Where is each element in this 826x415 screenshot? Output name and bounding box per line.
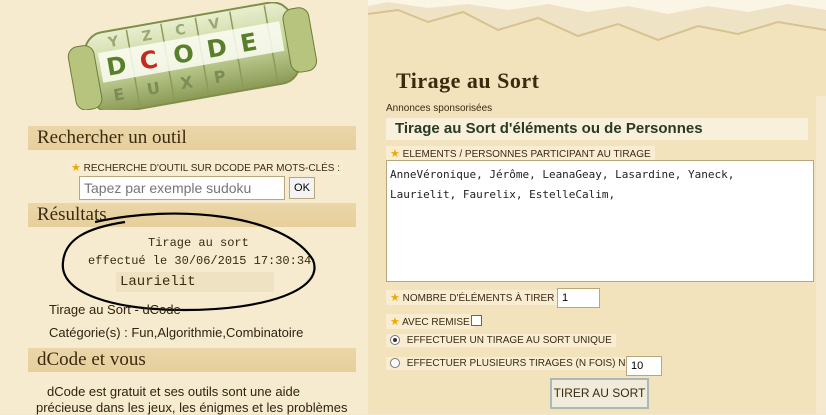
about-section-title: dCode et vous [28,348,356,372]
radio-multi-label: EFFECTUER PLUSIEURS TIRAGES (N FOIS) N= [406,358,632,369]
torn-paper-edge [368,0,826,70]
star-icon: ★ [71,162,81,174]
remise-label-text: AVEC REMISE [402,317,470,328]
star-icon: ★ [390,148,400,160]
tool-panel: Tirage au Sort Annonces sponsorisées Tir… [368,0,826,414]
sponsored-label: Annonces sponsorisées [386,103,493,114]
about-text-line1: dCode est gratuit et ses outils sont une… [47,384,300,399]
count-label: ★ NOMBRE D'ÉLÉMENTS À TIRER [386,290,559,305]
draw-button[interactable]: TIRER AU SORT [550,378,649,409]
radio-single-button[interactable] [390,335,400,346]
search-input[interactable] [79,176,285,200]
search-ok-button[interactable]: OK [289,177,315,199]
remise-checkbox[interactable] [471,315,482,326]
names-label-text: ELEMENTS / PERSONNES PARTICIPANT AU TIRA… [402,149,651,160]
remise-label: ★ AVEC REMISE [386,314,474,329]
count-input[interactable] [557,288,600,308]
scrollbar[interactable] [816,96,826,414]
radio-single-label: EFFECTUER UN TIRAGE AU SORT UNIQUE [406,335,612,346]
search-label: ★ RECHERCHE D'OUTIL SUR DCODE PAR MOTS-C… [68,160,344,175]
page-title: Tirage au Sort [396,68,540,93]
radio-multi-option[interactable]: EFFECTUER PLUSIEURS TIRAGES (N FOIS) N= [386,357,636,370]
result-tool-name[interactable]: Tirage au Sort - dCode [49,302,181,317]
names-label: ★ ELEMENTS / PERSONNES PARTICIPANT AU TI… [386,146,655,161]
runs-input[interactable] [626,356,662,376]
names-textarea[interactable] [386,160,814,282]
hand-drawn-circle [61,212,316,312]
star-icon: ★ [390,316,400,328]
radio-single-option[interactable]: EFFECTUER UN TIRAGE AU SORT UNIQUE [386,334,616,347]
ad-link[interactable]: Tirage au Sort d'éléments ou de Personne… [386,118,808,140]
search-section-title: Rechercher un outil [28,126,356,150]
search-label-text: RECHERCHE D'OUTIL SUR DCODE PAR MOTS-CLÉ… [83,163,341,174]
radio-multi-button[interactable] [390,358,400,369]
left-sidebar: D C O D E E U X P Y Z C V Rechercher un … [0,0,368,415]
count-label-text: NOMBRE D'ÉLÉMENTS À TIRER [402,293,555,304]
star-icon: ★ [390,292,400,304]
about-text-line2: précieuse dans les jeux, les énigmes et … [36,400,348,415]
result-category: Catégorie(s) : Fun,Algorithmie,Combinato… [49,325,304,340]
dcode-logo[interactable]: D C O D E E U X P Y Z C V [62,2,332,110]
